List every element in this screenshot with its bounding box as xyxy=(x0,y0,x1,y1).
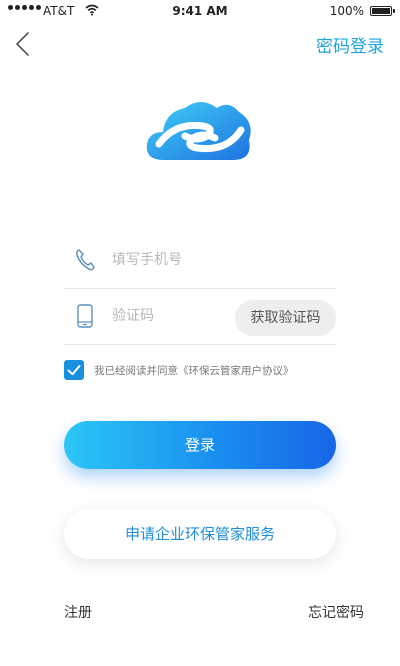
verification-code-input[interactable] xyxy=(110,302,234,330)
back-chevron-icon[interactable] xyxy=(12,30,36,58)
checkmark-icon xyxy=(67,365,81,376)
phone-icon xyxy=(76,249,95,271)
status-bar: AT&T 9:41 AM 100% xyxy=(0,0,400,22)
agreement-checkbox[interactable] xyxy=(64,360,84,380)
battery-icon xyxy=(370,6,392,16)
apply-service-button[interactable]: 申请企业环保管家服务 xyxy=(64,509,336,559)
verification-code-row: 获取验证码 xyxy=(64,288,336,345)
battery-percent: 100% xyxy=(329,4,364,18)
phone-input[interactable] xyxy=(110,246,234,274)
agreement-row: 我已经阅读并同意《环保云管家用户协议》 xyxy=(64,358,344,382)
password-login-link[interactable]: 密码登录 xyxy=(316,32,384,57)
phone-row xyxy=(64,232,336,289)
battery-cap xyxy=(393,9,395,13)
register-link[interactable]: 注册 xyxy=(64,602,92,622)
mobile-device-icon xyxy=(77,304,93,328)
cloud-hands-logo-icon xyxy=(146,102,251,160)
get-code-button[interactable]: 获取验证码 xyxy=(235,300,336,336)
forgot-password-link[interactable]: 忘记密码 xyxy=(308,602,364,622)
login-button[interactable]: 登录 xyxy=(64,421,336,469)
agreement-text[interactable]: 我已经阅读并同意《环保云管家用户协议》 xyxy=(94,363,294,378)
